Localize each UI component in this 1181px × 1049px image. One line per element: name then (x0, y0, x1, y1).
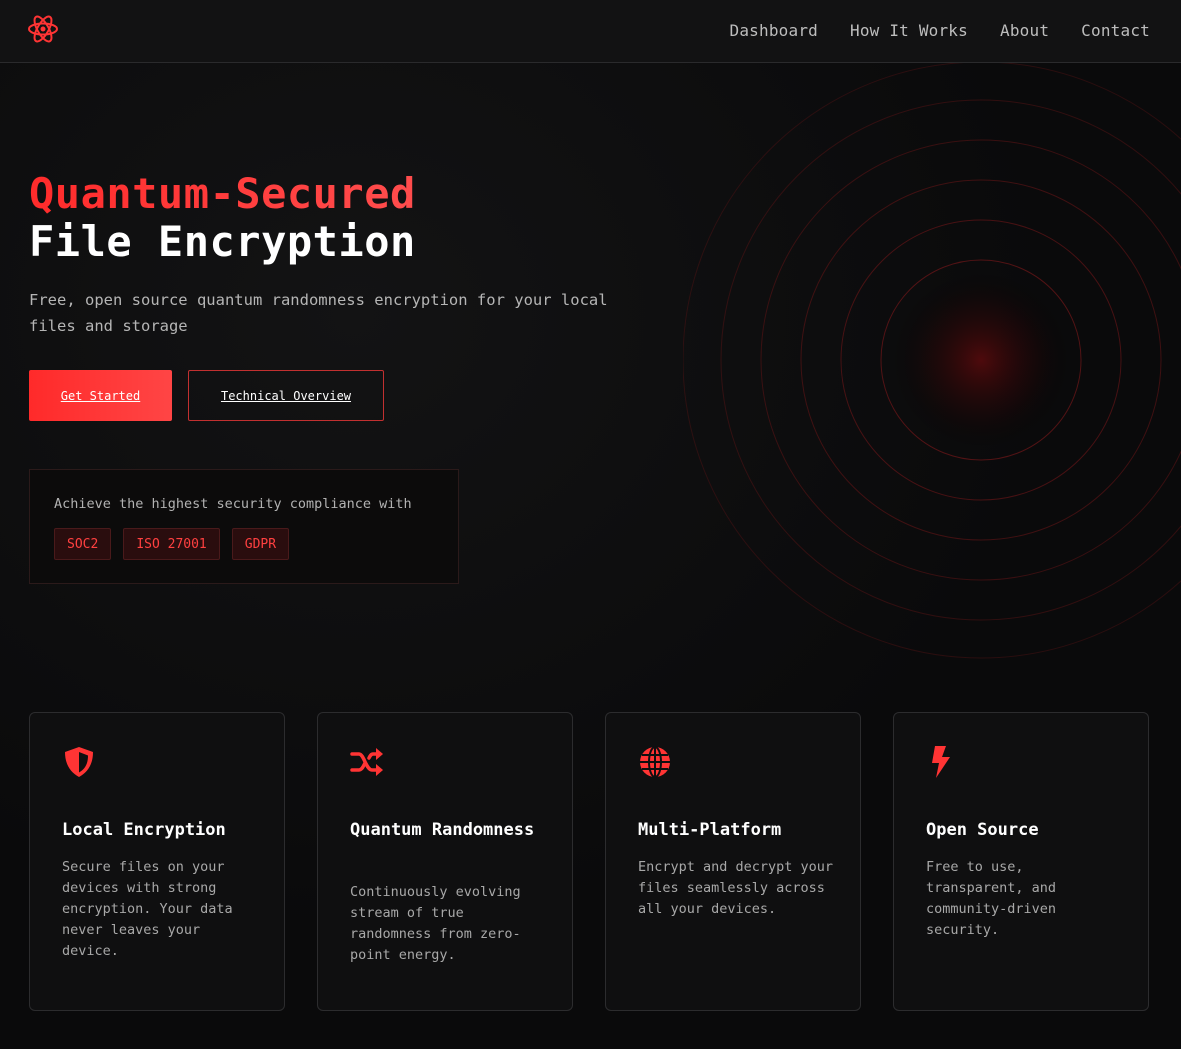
compliance-badges: SOC2 ISO 27001 GDPR (54, 528, 290, 560)
card-title: Multi-Platform (638, 820, 782, 840)
card-description: Encrypt and decrypt your files seamlessl… (638, 859, 834, 917)
compliance-box: Achieve the highest security compliance … (29, 469, 459, 584)
get-started-button[interactable]: Get Started (29, 370, 172, 421)
top-navbar: Dashboard How It Works About Contact (0, 0, 1181, 63)
card-title: Quantum Randomness (350, 820, 535, 840)
hero-title-line1: Quantum-Secured (29, 169, 416, 218)
card-description: Free to use, transparent, and community-… (926, 859, 1057, 938)
nav-link-contact[interactable]: Contact (1081, 21, 1150, 40)
feature-card-multi-platform: Multi-Platform Encrypt and decrypt your … (605, 712, 861, 1011)
bolt-icon (926, 745, 960, 779)
card-description: Secure files on your devices with strong… (62, 859, 233, 959)
feature-card-quantum-randomness: Quantum Randomness Continuously evolving… (317, 712, 573, 1011)
feature-cards: Local Encryption Secure files on your de… (29, 712, 1149, 1011)
technical-overview-button[interactable]: Technical Overview (188, 370, 384, 421)
hero-subtitle: Free, open source quantum randomness enc… (29, 291, 608, 335)
hero-title: Quantum-Secured File Encryption (29, 170, 416, 266)
feature-card-local-encryption: Local Encryption Secure files on your de… (29, 712, 285, 1011)
badge-soc2: SOC2 (54, 528, 112, 560)
hero-title-line2: File Encryption (29, 217, 416, 266)
nav-link-dashboard[interactable]: Dashboard (729, 21, 818, 40)
card-description: Continuously evolving stream of true ran… (350, 884, 521, 963)
badge-iso-27001: ISO 27001 (123, 528, 220, 560)
compliance-text: Achieve the highest security compliance … (54, 496, 412, 512)
nav-link-about[interactable]: About (1000, 21, 1049, 40)
shuffle-icon (350, 745, 384, 779)
badge-gdpr: GDPR (231, 528, 290, 560)
landing-page: Dashboard How It Works About Contact Qua… (0, 0, 1181, 1049)
radar-rings-decoration (683, 63, 1181, 663)
nav-links: Dashboard How It Works About Contact (729, 21, 1150, 40)
atom-icon[interactable] (27, 12, 59, 46)
globe-icon (638, 745, 672, 779)
feature-card-open-source: Open Source Free to use, transparent, an… (893, 712, 1149, 1011)
shield-icon (62, 745, 96, 779)
nav-link-how-it-works[interactable]: How It Works (850, 21, 968, 40)
card-title: Open Source (926, 820, 1039, 840)
card-title: Local Encryption (62, 820, 226, 840)
